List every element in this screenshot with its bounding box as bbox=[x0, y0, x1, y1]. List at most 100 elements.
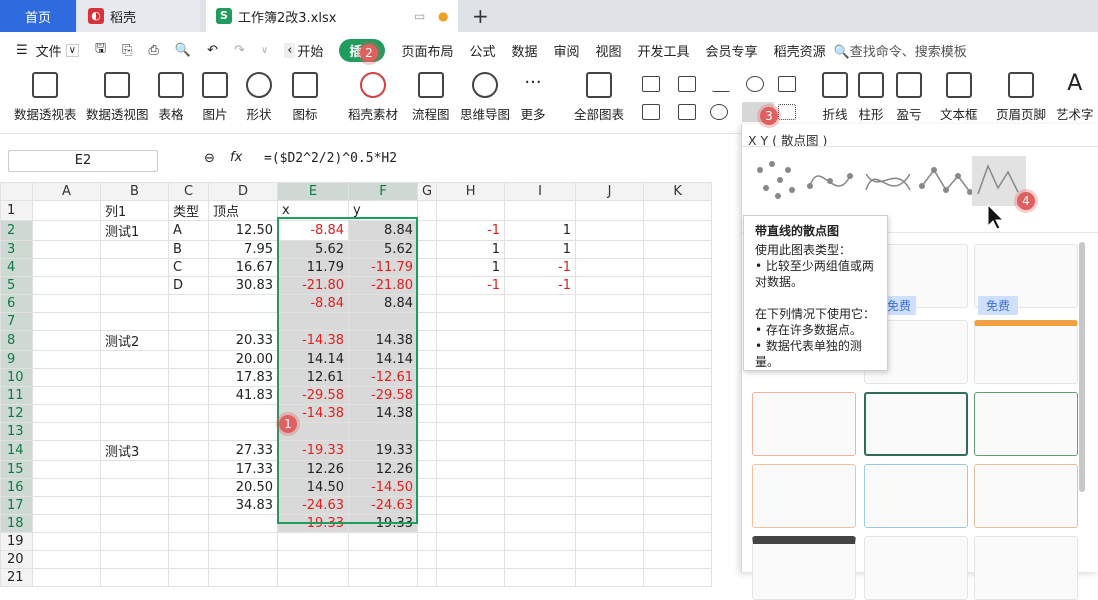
cell[interactable] bbox=[168, 496, 209, 515]
cell[interactable]: 1 bbox=[436, 258, 506, 277]
cell[interactable] bbox=[643, 294, 713, 313]
cell[interactable] bbox=[168, 368, 209, 387]
cell[interactable] bbox=[504, 422, 577, 441]
name-box[interactable]: E2 bbox=[8, 150, 158, 172]
cell[interactable] bbox=[416, 200, 438, 221]
cell[interactable]: 1 bbox=[504, 240, 577, 259]
cell[interactable] bbox=[575, 312, 645, 331]
cell[interactable] bbox=[168, 440, 209, 461]
cell[interactable] bbox=[643, 440, 713, 461]
cell[interactable] bbox=[575, 478, 645, 497]
mindmap-button[interactable]: 思维导图 bbox=[460, 72, 510, 123]
cell[interactable] bbox=[348, 568, 418, 587]
all-charts-button[interactable]: 全部图表 bbox=[574, 72, 624, 123]
cell[interactable] bbox=[436, 532, 506, 551]
cell[interactable] bbox=[100, 568, 169, 587]
cell[interactable] bbox=[436, 330, 506, 351]
cell[interactable] bbox=[100, 294, 169, 313]
area-chart-icon[interactable] bbox=[642, 104, 660, 120]
search-command[interactable]: 🔍查找命令、搜索模板 bbox=[834, 41, 967, 60]
corner-cell[interactable] bbox=[0, 182, 33, 201]
cell[interactable] bbox=[32, 240, 101, 259]
template-thumb-13[interactable] bbox=[974, 536, 1078, 600]
menu-start[interactable]: 开始 bbox=[297, 41, 323, 60]
cell[interactable] bbox=[32, 330, 101, 351]
cell[interactable] bbox=[100, 460, 169, 479]
cell[interactable]: 列1 bbox=[100, 200, 169, 221]
row-header[interactable]: 16 bbox=[0, 478, 33, 497]
cell[interactable]: B bbox=[168, 240, 209, 259]
cell[interactable] bbox=[643, 330, 713, 351]
cell[interactable] bbox=[416, 460, 438, 479]
cell[interactable] bbox=[416, 568, 438, 587]
cell[interactable] bbox=[277, 550, 349, 569]
daoke-material-button[interactable]: 稻壳素材 bbox=[348, 72, 398, 123]
cell[interactable]: -1 bbox=[436, 276, 506, 295]
cell[interactable] bbox=[436, 496, 506, 515]
cell[interactable] bbox=[416, 330, 438, 351]
cell[interactable] bbox=[100, 550, 169, 569]
cell[interactable] bbox=[643, 368, 713, 387]
cell[interactable] bbox=[168, 330, 209, 351]
cell[interactable] bbox=[168, 478, 209, 497]
cell[interactable] bbox=[436, 404, 506, 423]
cell[interactable]: 41.83 bbox=[208, 386, 278, 405]
cell[interactable] bbox=[436, 440, 506, 461]
cell[interactable] bbox=[504, 440, 577, 461]
cell[interactable] bbox=[100, 350, 169, 369]
cell[interactable] bbox=[436, 200, 506, 221]
cell[interactable] bbox=[100, 276, 169, 295]
cell[interactable] bbox=[575, 368, 645, 387]
cell[interactable]: -1 bbox=[504, 258, 577, 277]
row-header[interactable]: 6 bbox=[0, 294, 33, 313]
cell[interactable] bbox=[643, 532, 713, 551]
column-header[interactable]: C bbox=[168, 182, 209, 201]
combo-chart-icon[interactable] bbox=[678, 104, 696, 120]
cell[interactable]: 16.67 bbox=[208, 258, 278, 277]
cell[interactable] bbox=[504, 330, 577, 351]
column-header[interactable]: I bbox=[504, 182, 577, 201]
menu-developer[interactable]: 开发工具 bbox=[638, 41, 690, 60]
cell[interactable] bbox=[416, 550, 438, 569]
template-thumb-4[interactable] bbox=[974, 320, 1078, 384]
cell[interactable]: -1 bbox=[504, 276, 577, 295]
cell[interactable] bbox=[575, 532, 645, 551]
row-header[interactable]: 19 bbox=[0, 532, 33, 551]
cell[interactable] bbox=[208, 532, 278, 551]
cell[interactable] bbox=[504, 386, 577, 405]
menu-page-layout[interactable]: 页面布局 bbox=[401, 41, 453, 60]
cell[interactable] bbox=[168, 514, 209, 533]
row-header[interactable]: 7 bbox=[0, 312, 33, 331]
template-thumb-8[interactable] bbox=[752, 464, 856, 528]
chevron-down-icon[interactable]: ∨ bbox=[65, 43, 79, 57]
cell[interactable] bbox=[416, 294, 438, 313]
cell[interactable] bbox=[436, 312, 506, 331]
cell[interactable] bbox=[575, 496, 645, 515]
cell[interactable] bbox=[168, 404, 209, 423]
pivot-chart-button[interactable]: 数据透视图 bbox=[86, 72, 149, 123]
cell[interactable] bbox=[504, 460, 577, 479]
cell[interactable] bbox=[416, 514, 438, 533]
cell[interactable] bbox=[504, 200, 577, 221]
cell[interactable]: 30.83 bbox=[208, 276, 278, 295]
cell[interactable] bbox=[32, 496, 101, 515]
cell[interactable] bbox=[643, 478, 713, 497]
cell[interactable] bbox=[32, 440, 101, 461]
cell[interactable] bbox=[504, 294, 577, 313]
cell[interactable] bbox=[416, 350, 438, 369]
panel-scrollbar[interactable] bbox=[1079, 242, 1085, 492]
cell[interactable] bbox=[416, 312, 438, 331]
bubble-chart-icon[interactable] bbox=[778, 104, 796, 120]
cell[interactable] bbox=[168, 550, 209, 569]
cell[interactable] bbox=[643, 514, 713, 533]
cell[interactable] bbox=[168, 532, 209, 551]
template-thumb-11[interactable] bbox=[752, 536, 856, 600]
flowchart-button[interactable]: 流程图 bbox=[412, 72, 450, 123]
cell[interactable] bbox=[575, 422, 645, 441]
cell[interactable] bbox=[32, 386, 101, 405]
cell[interactable] bbox=[436, 294, 506, 313]
cell[interactable] bbox=[504, 550, 577, 569]
cell[interactable] bbox=[436, 386, 506, 405]
cell[interactable] bbox=[416, 386, 438, 405]
column-header[interactable]: H bbox=[436, 182, 506, 201]
